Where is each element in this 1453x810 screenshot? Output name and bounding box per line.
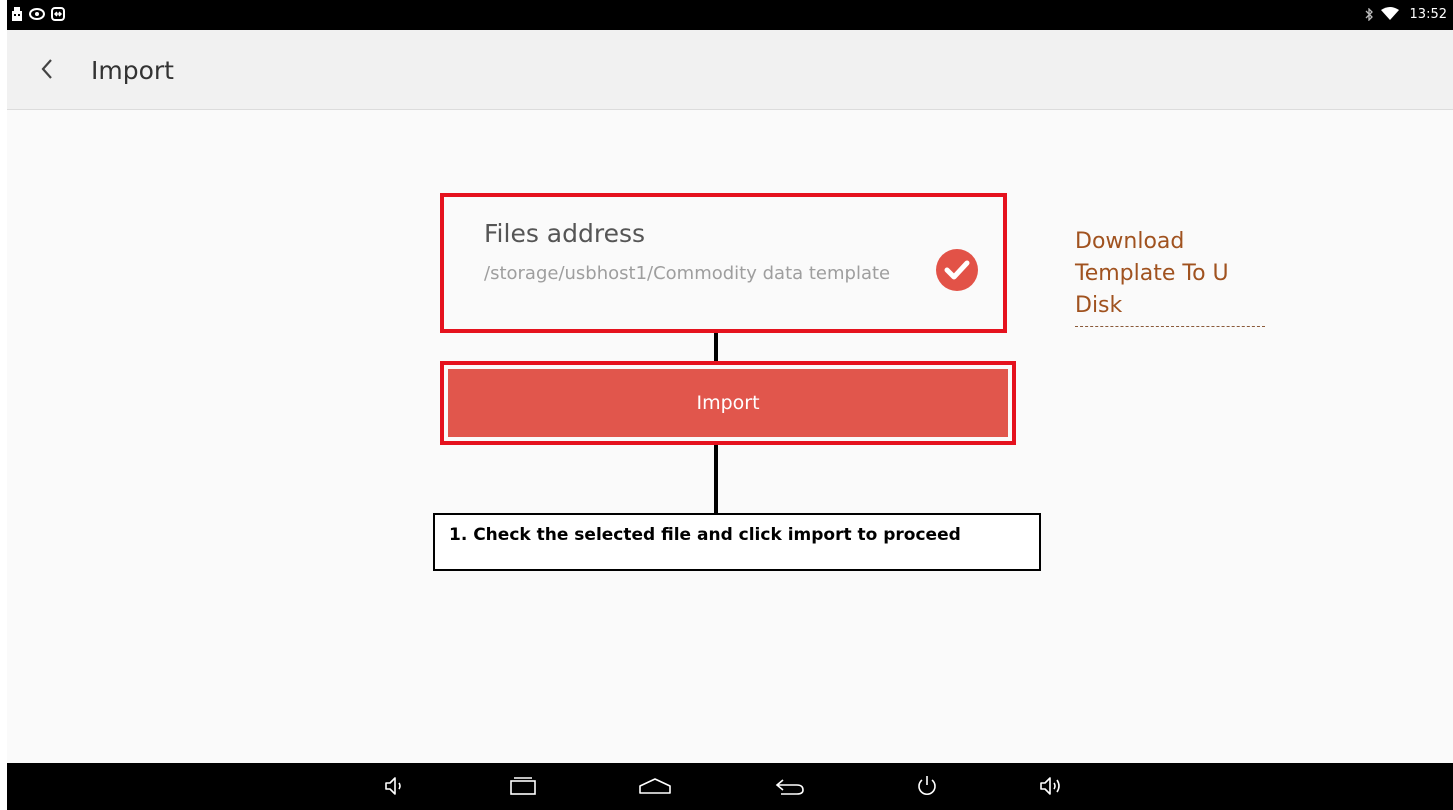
app-bar: Import <box>7 30 1453 110</box>
volume-down-icon[interactable] <box>382 774 410 798</box>
status-bar: 13:52 <box>7 0 1453 30</box>
back-button[interactable] <box>33 54 63 84</box>
back-icon[interactable] <box>773 774 804 798</box>
volume-up-icon[interactable] <box>1037 774 1065 798</box>
download-template-link[interactable]: Download Template To U Disk <box>1075 226 1265 327</box>
instruction-text: 1. Check the selected file and click imp… <box>449 525 961 545</box>
annotation-connector-top <box>714 333 718 361</box>
page-title: Import <box>91 56 174 85</box>
file-address-field[interactable]: Files address /storage/usbhost1/Commodit… <box>440 193 1007 333</box>
instruction-callout: 1. Check the selected file and click imp… <box>433 513 1041 571</box>
recent-apps-icon[interactable] <box>507 774 536 798</box>
wifi-icon <box>1381 7 1399 24</box>
chevron-left-icon <box>41 59 52 79</box>
usb-icon <box>11 7 23 24</box>
import-highlight: Import <box>440 361 1016 445</box>
home-icon[interactable] <box>637 774 671 798</box>
bluetooth-icon <box>1365 7 1373 24</box>
power-icon[interactable] <box>913 774 941 798</box>
navigation-bar <box>7 763 1453 810</box>
annotation-connector-bottom <box>714 445 718 513</box>
import-button[interactable]: Import <box>448 369 1008 437</box>
eye-icon <box>29 8 45 23</box>
file-address-label: Files address <box>484 219 646 248</box>
selected-check-button[interactable] <box>936 249 978 291</box>
checkmark-icon <box>944 260 970 280</box>
app-frame: 13:52 Import Files address /storage/usbh… <box>7 0 1453 810</box>
teamviewer-icon <box>51 7 65 24</box>
file-path-value: /storage/usbhost1/Commodity data templat… <box>484 263 891 284</box>
status-time: 13:52 <box>1409 7 1447 22</box>
